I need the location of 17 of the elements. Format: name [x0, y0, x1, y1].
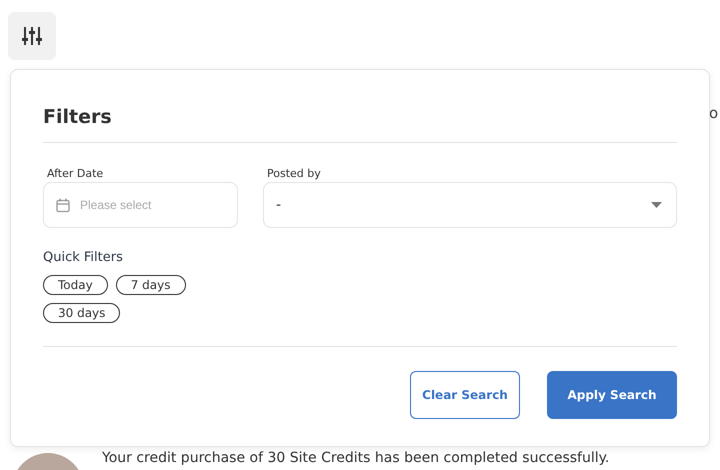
clear-button[interactable]: Clear Search	[410, 371, 520, 419]
calendar-icon	[56, 198, 70, 213]
filter-button[interactable]	[8, 12, 56, 60]
quick-filter-chip[interactable]: Today	[43, 275, 108, 295]
sliders-icon	[22, 27, 42, 45]
panel-title: Filters	[43, 105, 113, 130]
quick-filters-heading: Quick Filters	[43, 250, 124, 265]
posted-by-dropdown[interactable]: -	[263, 182, 677, 228]
date-field[interactable]: Please select	[43, 182, 238, 228]
apply-button[interactable]: Apply Search	[547, 371, 677, 419]
field-label: After Date	[46, 167, 104, 180]
caret-icon	[651, 202, 662, 208]
quick-filter-chip[interactable]: 7 days	[116, 275, 186, 295]
notification-text: Your credit purchase of 30 Site Credits has been completed successfully.	[102, 449, 610, 467]
field-label: Posted by	[266, 167, 322, 180]
quick-filter-chip[interactable]: 30 days	[43, 303, 120, 323]
background-text: o	[709, 104, 718, 122]
